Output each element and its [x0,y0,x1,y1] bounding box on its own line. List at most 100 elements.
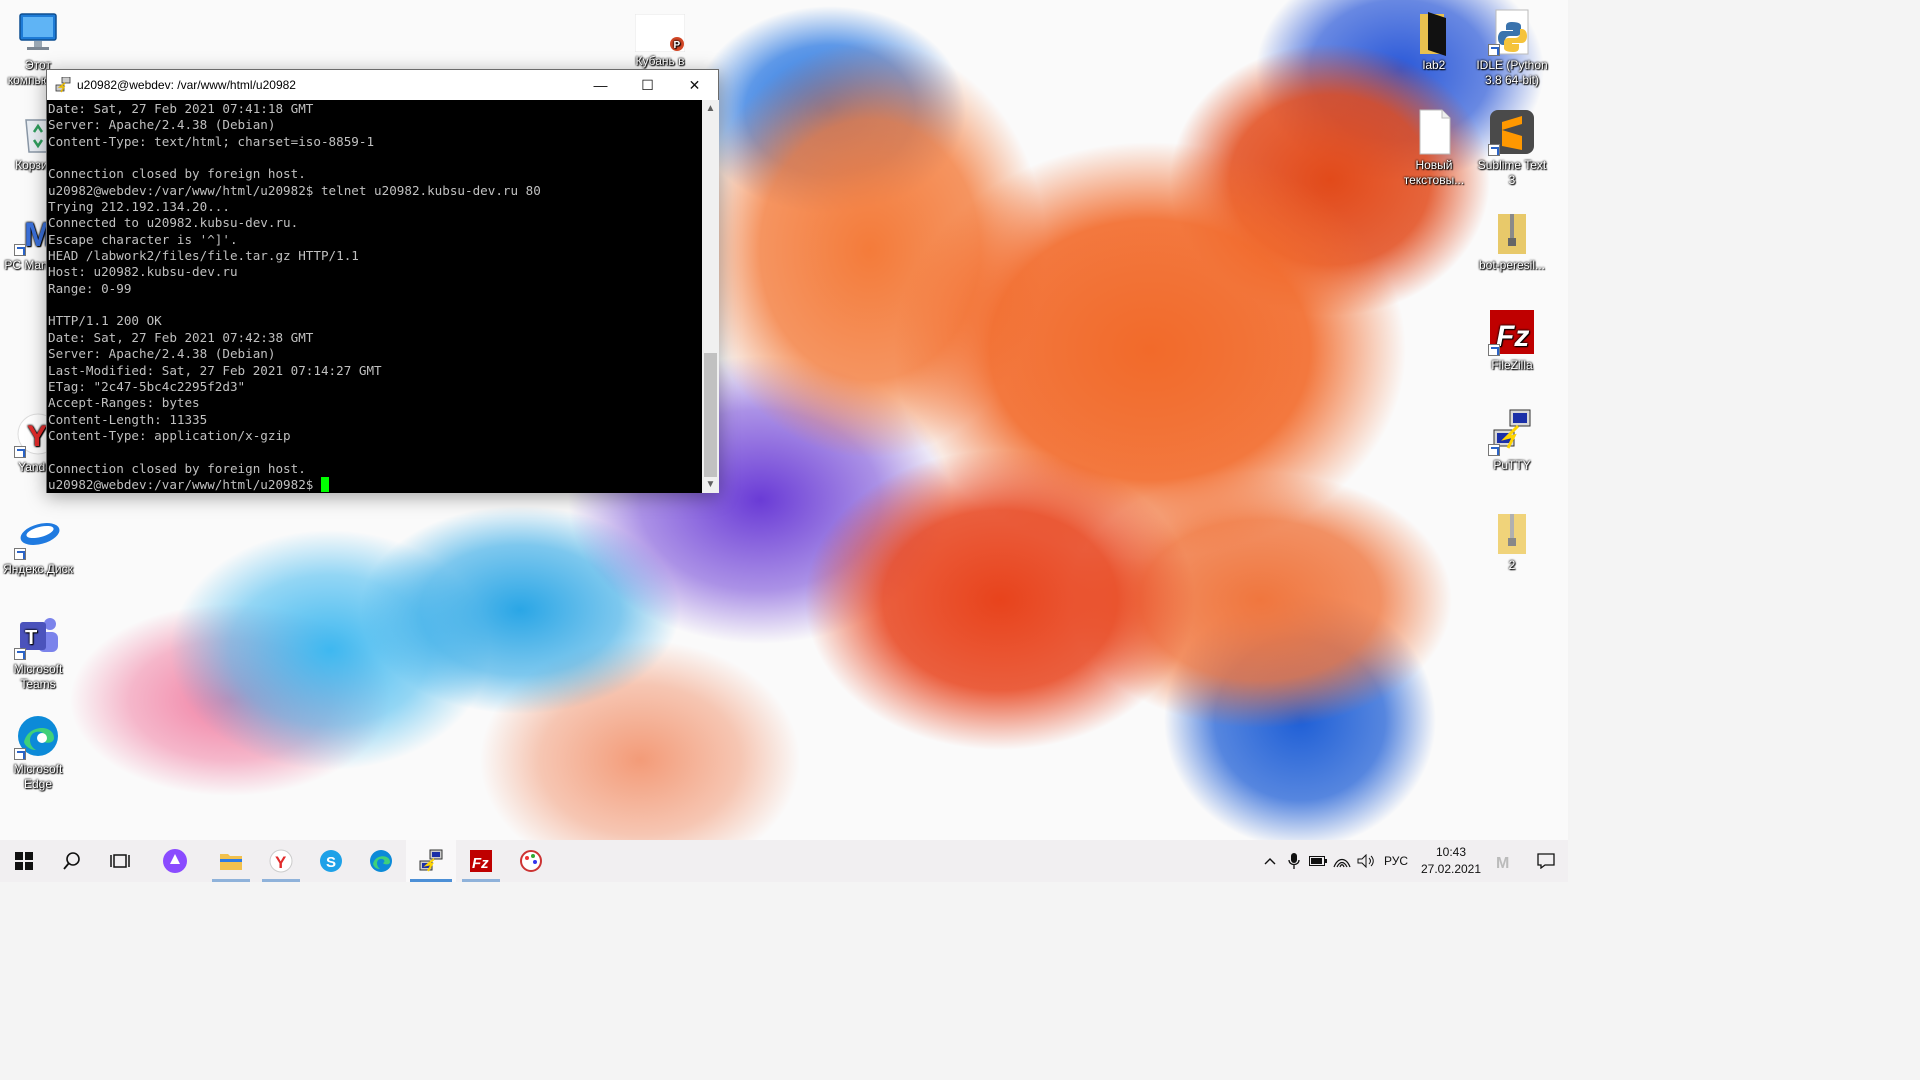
notification-icon [1537,853,1555,869]
desktop-icon-label: Яндекс.Диск [3,562,73,576]
desktop-icon-filezilla[interactable]: Fz FileZilla [1474,308,1550,373]
svg-text:Fz: Fz [472,855,489,872]
terminal-line: Date: Sat, 27 Feb 2021 07:41:18 GMT [48,101,314,116]
desktop-icon-label: Новый текстовы... [1403,158,1465,187]
language-indicator[interactable]: РУС [1378,854,1414,868]
alice-icon [163,849,187,873]
terminal-line: Date: Sat, 27 Feb 2021 07:42:38 GMT [48,329,314,345]
terminal-line: Accept-Ranges: bytes [48,395,200,411]
skype-button[interactable]: S [306,840,356,882]
alice-button[interactable] [144,840,206,882]
terminal-line: u20982@webdev:/var/www/html/u20982$ teln… [48,182,541,198]
zip-folder-icon [1488,208,1536,256]
desktop-icon-sublime[interactable]: Sublime Text 3 [1474,108,1550,188]
svg-text:Y: Y [27,420,47,453]
scroll-up-arrow-icon[interactable]: ▲ [702,100,719,117]
terminal-line: Connected to u20982.kubsu-dev.ru. [48,215,299,231]
desktop-icon-2[interactable]: 2 [1474,508,1550,573]
show-hidden-icons-button[interactable] [1258,840,1282,882]
terminal-prompt: u20982@webdev:/var/www/html/u20982$ [48,476,321,492]
desktop-icon-label: bot-peresil... [1478,258,1546,272]
microphone-icon [1288,853,1300,869]
search-button[interactable] [48,840,96,882]
pc-manager-icon: M [1496,855,1509,869]
desktop-icon-putty[interactable]: PuTTY [1474,408,1550,473]
windows-logo-icon [15,852,33,870]
explorer-button[interactable] [206,840,256,882]
filezilla-icon: Fz [470,850,492,872]
desktop-icon-idle[interactable]: IDLE (Python 3.8 64-bit) [1474,8,1550,88]
sublime-text-icon [1488,108,1536,156]
desktop-icon-teams[interactable]: T Microsoft Teams [0,612,76,692]
task-view-button[interactable] [96,840,144,882]
terminal-line: Server: Apache/2.4.38 (Debian) [48,346,276,362]
volume-button[interactable] [1354,840,1378,882]
start-button[interactable] [0,840,48,882]
teams-icon: T [14,612,62,660]
maximize-button[interactable]: ☐ [624,70,671,100]
shortcut-arrow-icon [1488,344,1500,356]
edge-icon [370,850,392,872]
clock[interactable]: 10:43 27.02.2021 [1414,844,1488,878]
terminal-prompt-line[interactable]: u20982@webdev:/var/www/html/u20982$ [48,476,702,493]
yandex-button[interactable]: Y [256,840,306,882]
desktop-icon-label: Microsoft Teams [13,662,63,691]
terminal-line: HTTP/1.1 200 OK [48,313,162,329]
desktop-icon-lab2[interactable]: lab2 [1396,8,1472,73]
shortcut-arrow-icon [14,244,26,256]
desktop-icon-pptx[interactable]: P Кубань в [622,13,698,69]
terminal-line: Trying 212.192.134.20... [48,199,230,215]
desktop-icon-new-text[interactable]: Новый текстовы... [1396,108,1472,188]
edge-button[interactable] [356,840,406,882]
putty-icon [1488,408,1536,456]
minimize-button[interactable]: — [577,70,624,100]
clock-date: 27.02.2021 [1420,862,1482,876]
scroll-down-arrow-icon[interactable]: ▼ [702,476,719,493]
desktop-icon-yandex-disk[interactable]: Яндекс.Диск [0,512,76,577]
svg-text:Fz: Fz [1496,320,1529,353]
svg-text:S: S [326,854,336,871]
network-button[interactable] [1330,840,1354,882]
svg-text:P: P [674,40,681,51]
desktop-icon-label: FileZilla [1491,358,1533,372]
terminal-line: Escape character is '^]'. [48,231,238,247]
window-titlebar[interactable]: u20982@webdev: /var/www/html/u20982 — ☐ … [47,70,718,100]
svg-text:T: T [25,627,37,649]
filezilla-icon: Fz [1488,308,1536,356]
yandex-browser-icon: Y [269,849,293,873]
svg-text:Y: Y [275,853,287,872]
desktop-icon-bot-peresil[interactable]: bot-peresil... [1474,208,1550,273]
text-file-icon [1410,108,1458,156]
scrollbar-thumb[interactable] [704,353,717,477]
edge-icon [14,712,62,760]
chevron-up-icon [1264,858,1276,865]
desktop-icon-edge[interactable]: Microsoft Edge [0,712,76,792]
shortcut-arrow-icon [14,446,26,458]
putty-window[interactable]: u20982@webdev: /var/www/html/u20982 — ☐ … [46,69,719,493]
battery-button[interactable] [1306,840,1330,882]
shortcut-arrow-icon [1488,144,1500,156]
terminal-line: Range: 0-99 [48,280,132,296]
system-tray: РУС 10:43 27.02.2021 M [1258,840,1568,882]
notifications-button[interactable] [1524,840,1568,882]
terminal-cursor [320,476,329,492]
close-button[interactable]: ✕ [671,70,718,100]
desktop-icon-label: lab2 [1422,58,1446,72]
desktop-icon-label: 2 [1508,558,1516,572]
zip-folder-icon [1488,508,1536,556]
pc-manager-tray-button[interactable]: M [1488,840,1524,882]
shortcut-arrow-icon [14,548,26,560]
desktop-icon-label: Кубань в [635,54,685,68]
terminal-area[interactable]: Date: Sat, 27 Feb 2021 07:41:18 GMT Serve… [47,100,702,493]
vertical-scrollbar[interactable]: ▲ ▼ [702,100,719,493]
filezilla-button[interactable]: Fz [456,840,506,882]
microphone-button[interactable] [1282,840,1306,882]
svg-text:M: M [1496,855,1509,869]
paint-button[interactable] [506,840,556,882]
powerpoint-file-icon: P [634,13,686,53]
putty-button[interactable] [406,840,456,882]
computer-icon [14,8,62,56]
putty-icon [55,76,71,93]
